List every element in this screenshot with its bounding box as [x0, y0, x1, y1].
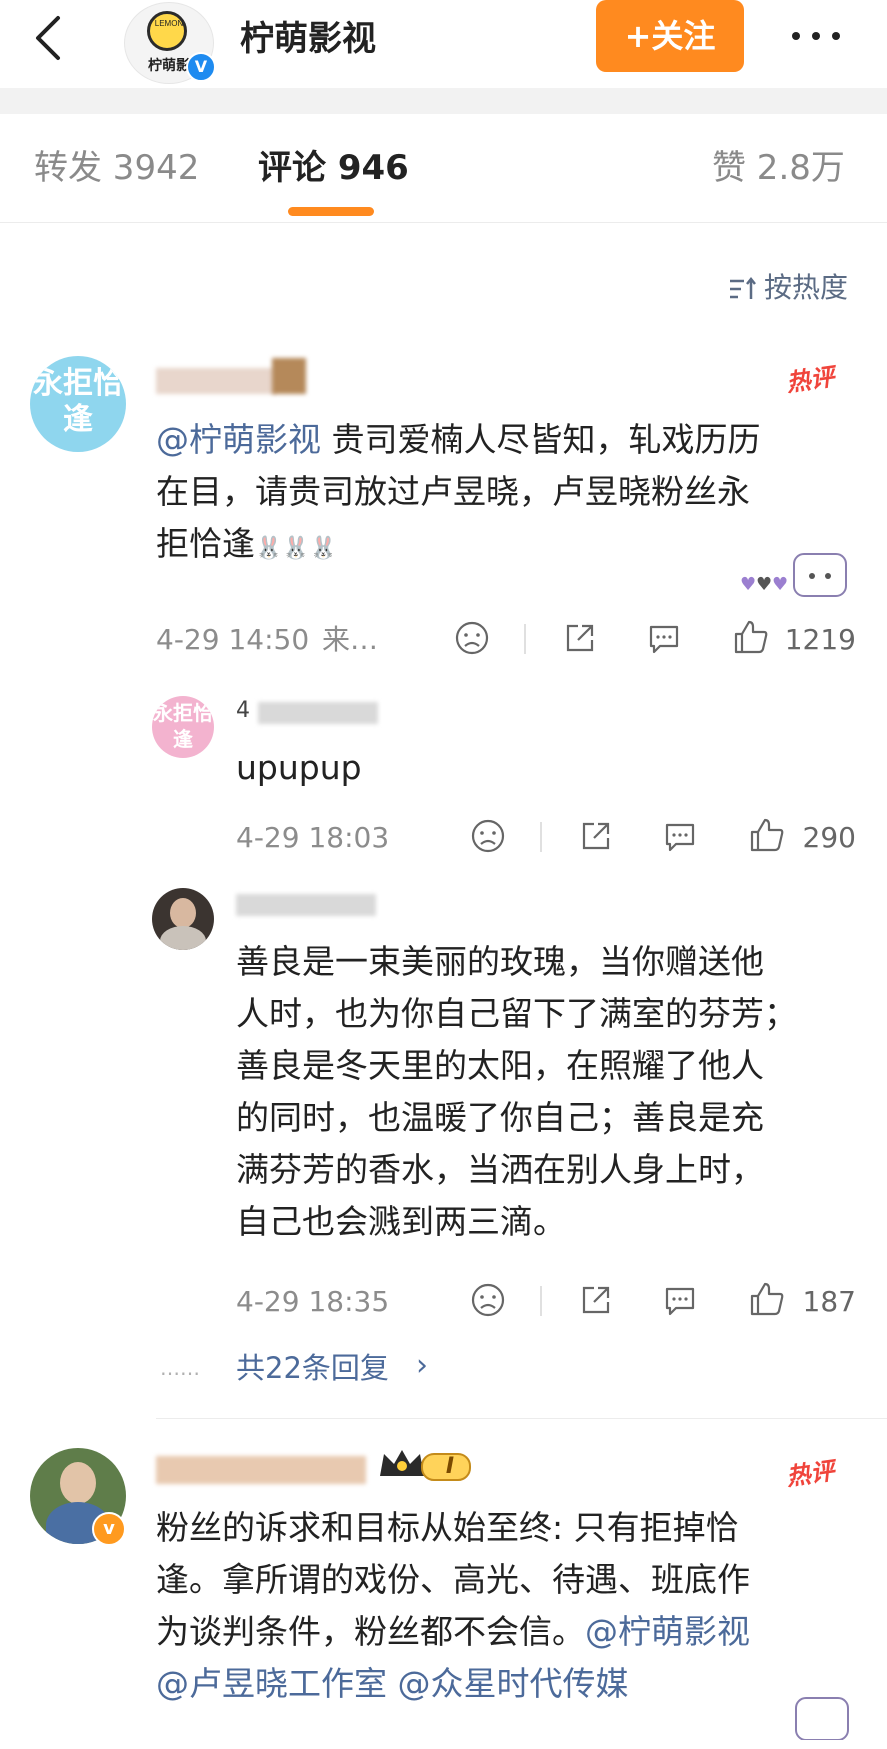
hot-comment-badge: 热评 [784, 1456, 837, 1492]
like-count: 187 [802, 1285, 856, 1318]
blurred-badge [272, 358, 306, 394]
back-arrow-icon[interactable] [28, 12, 72, 64]
active-tab-indicator [288, 207, 374, 216]
share-icon[interactable] [578, 1282, 614, 1318]
comment-time: 4-29 14:50 [156, 623, 310, 656]
logo-text-en: LEMON [154, 19, 184, 28]
comment-icon[interactable] [662, 1282, 698, 1318]
svg-text:♥: ♥ [756, 574, 772, 595]
lemon-logo-icon [147, 11, 187, 51]
reply-text-line: 人时，也为你自己留下了满室的芬芳； [236, 994, 797, 1033]
reply-text: upupup [236, 748, 362, 787]
bunny-sticker-icon: ♥ ♥ ♥ [740, 548, 850, 598]
comment-icon[interactable] [646, 620, 682, 656]
divider [540, 1286, 542, 1316]
chevron-right-icon: › [416, 1348, 428, 1383]
reply-text-line: 善良是冬天里的太阳，在照耀了他人 [236, 1046, 764, 1085]
comment-text-line: 粉丝的诉求和目标从始至终: 只有拒掉恰 [156, 1508, 739, 1547]
level-badge-text: I [445, 1454, 455, 1479]
tabs-divider [0, 222, 887, 223]
bunny-emoji-icon: 🐰🐰🐰 [255, 536, 338, 561]
reply-text-line: 自己也会溅到两三滴。 [236, 1202, 566, 1241]
divider [524, 624, 526, 654]
comment-icon[interactable] [662, 818, 698, 854]
tab-likes[interactable]: 赞 2.8万 [712, 138, 845, 198]
comment-text-line: 拒恰逢 [156, 524, 255, 563]
tab-comments[interactable]: 评论 946 [258, 138, 409, 198]
comment-text-line: 为谈判条件，粉丝都不会信。 [156, 1612, 585, 1651]
follow-button[interactable]: +关注 [596, 0, 744, 72]
avatar-text: 永拒恰逢 [153, 701, 213, 751]
avatar-text: 永拒恰逢 [33, 366, 123, 437]
bunny-sticker-icon [792, 1690, 852, 1741]
comment-source: 来… [322, 623, 379, 656]
reply-text-line: 满芬芳的香水，当洒在别人身上时， [236, 1150, 764, 1189]
view-more-replies-link[interactable]: 共22条回复 [236, 1348, 389, 1388]
like-icon[interactable] [748, 1280, 786, 1318]
sort-icon[interactable] [728, 276, 758, 302]
dislike-icon[interactable] [454, 620, 490, 656]
dislike-icon[interactable] [470, 818, 506, 854]
svg-text:♥: ♥ [772, 574, 788, 595]
mention-link[interactable]: @众星时代传媒 [398, 1664, 629, 1703]
more-replies-dots: …… [160, 1356, 200, 1380]
reply-text-line: 的同时，也温暖了你自己；善良是充 [236, 1098, 764, 1137]
like-count: 1219 [784, 623, 856, 656]
account-name[interactable]: 柠萌影视 [240, 14, 376, 64]
comment-text: 粉丝的诉求和目标从始至终: 只有拒掉恰 逢。拿所谓的戏份、高光、待遇、班底作 为… [156, 1502, 856, 1710]
comment-divider [156, 1418, 887, 1419]
crown-level-badge-icon: I [378, 1446, 474, 1486]
blurred-username [156, 1456, 366, 1484]
reply-text: 善良是一束美丽的玫瑰，当你赠送他 人时，也为你自己留下了满室的芬芳； 善良是冬天… [236, 936, 856, 1248]
blurred-username [258, 702, 378, 724]
reply-avatar[interactable]: 永拒恰逢 [152, 696, 214, 758]
share-icon[interactable] [562, 620, 598, 656]
blurred-username [156, 368, 276, 394]
more-options-icon[interactable] [788, 20, 848, 52]
comment-text-line: 在目，请贵司放过卢昱晓，卢昱晓粉丝永 [156, 472, 750, 511]
comment-text-line: 逢。拿所谓的戏份、高光、待遇、班底作 [156, 1560, 750, 1599]
verified-badge-icon: V [186, 52, 216, 82]
comment-text-line: 贵司爱楠人尽皆知，轧戏历历 [321, 420, 761, 459]
sort-by-hot-button[interactable]: 按热度 [764, 268, 848, 308]
section-divider [0, 88, 887, 114]
reply-avatar[interactable] [152, 888, 214, 950]
like-count: 290 [802, 821, 856, 854]
share-icon[interactable] [578, 818, 614, 854]
mention-link[interactable]: @柠萌影视 [585, 1612, 750, 1651]
like-icon[interactable] [732, 618, 770, 656]
like-icon[interactable] [748, 816, 786, 854]
reply-time: 4-29 18:03 [236, 821, 390, 854]
mention-link[interactable]: @柠萌影视 [156, 420, 321, 459]
tab-repost[interactable]: 转发 3942 [34, 138, 199, 198]
reply-username[interactable]: 4 [236, 696, 250, 726]
commenter-avatar[interactable]: 永拒恰逢 [30, 356, 126, 452]
reply-text-line: 善良是一束美丽的玫瑰，当你赠送他 [236, 942, 764, 981]
verified-orange-badge-icon: v [92, 1512, 126, 1546]
hot-comment-badge: 热评 [784, 362, 837, 398]
svg-text:♥: ♥ [740, 574, 756, 595]
dislike-icon[interactable] [470, 1282, 506, 1318]
divider [540, 822, 542, 852]
mention-link[interactable]: @卢昱晓工作室 [156, 1664, 387, 1703]
reply-time: 4-29 18:35 [236, 1285, 390, 1318]
blurred-username [236, 894, 376, 916]
